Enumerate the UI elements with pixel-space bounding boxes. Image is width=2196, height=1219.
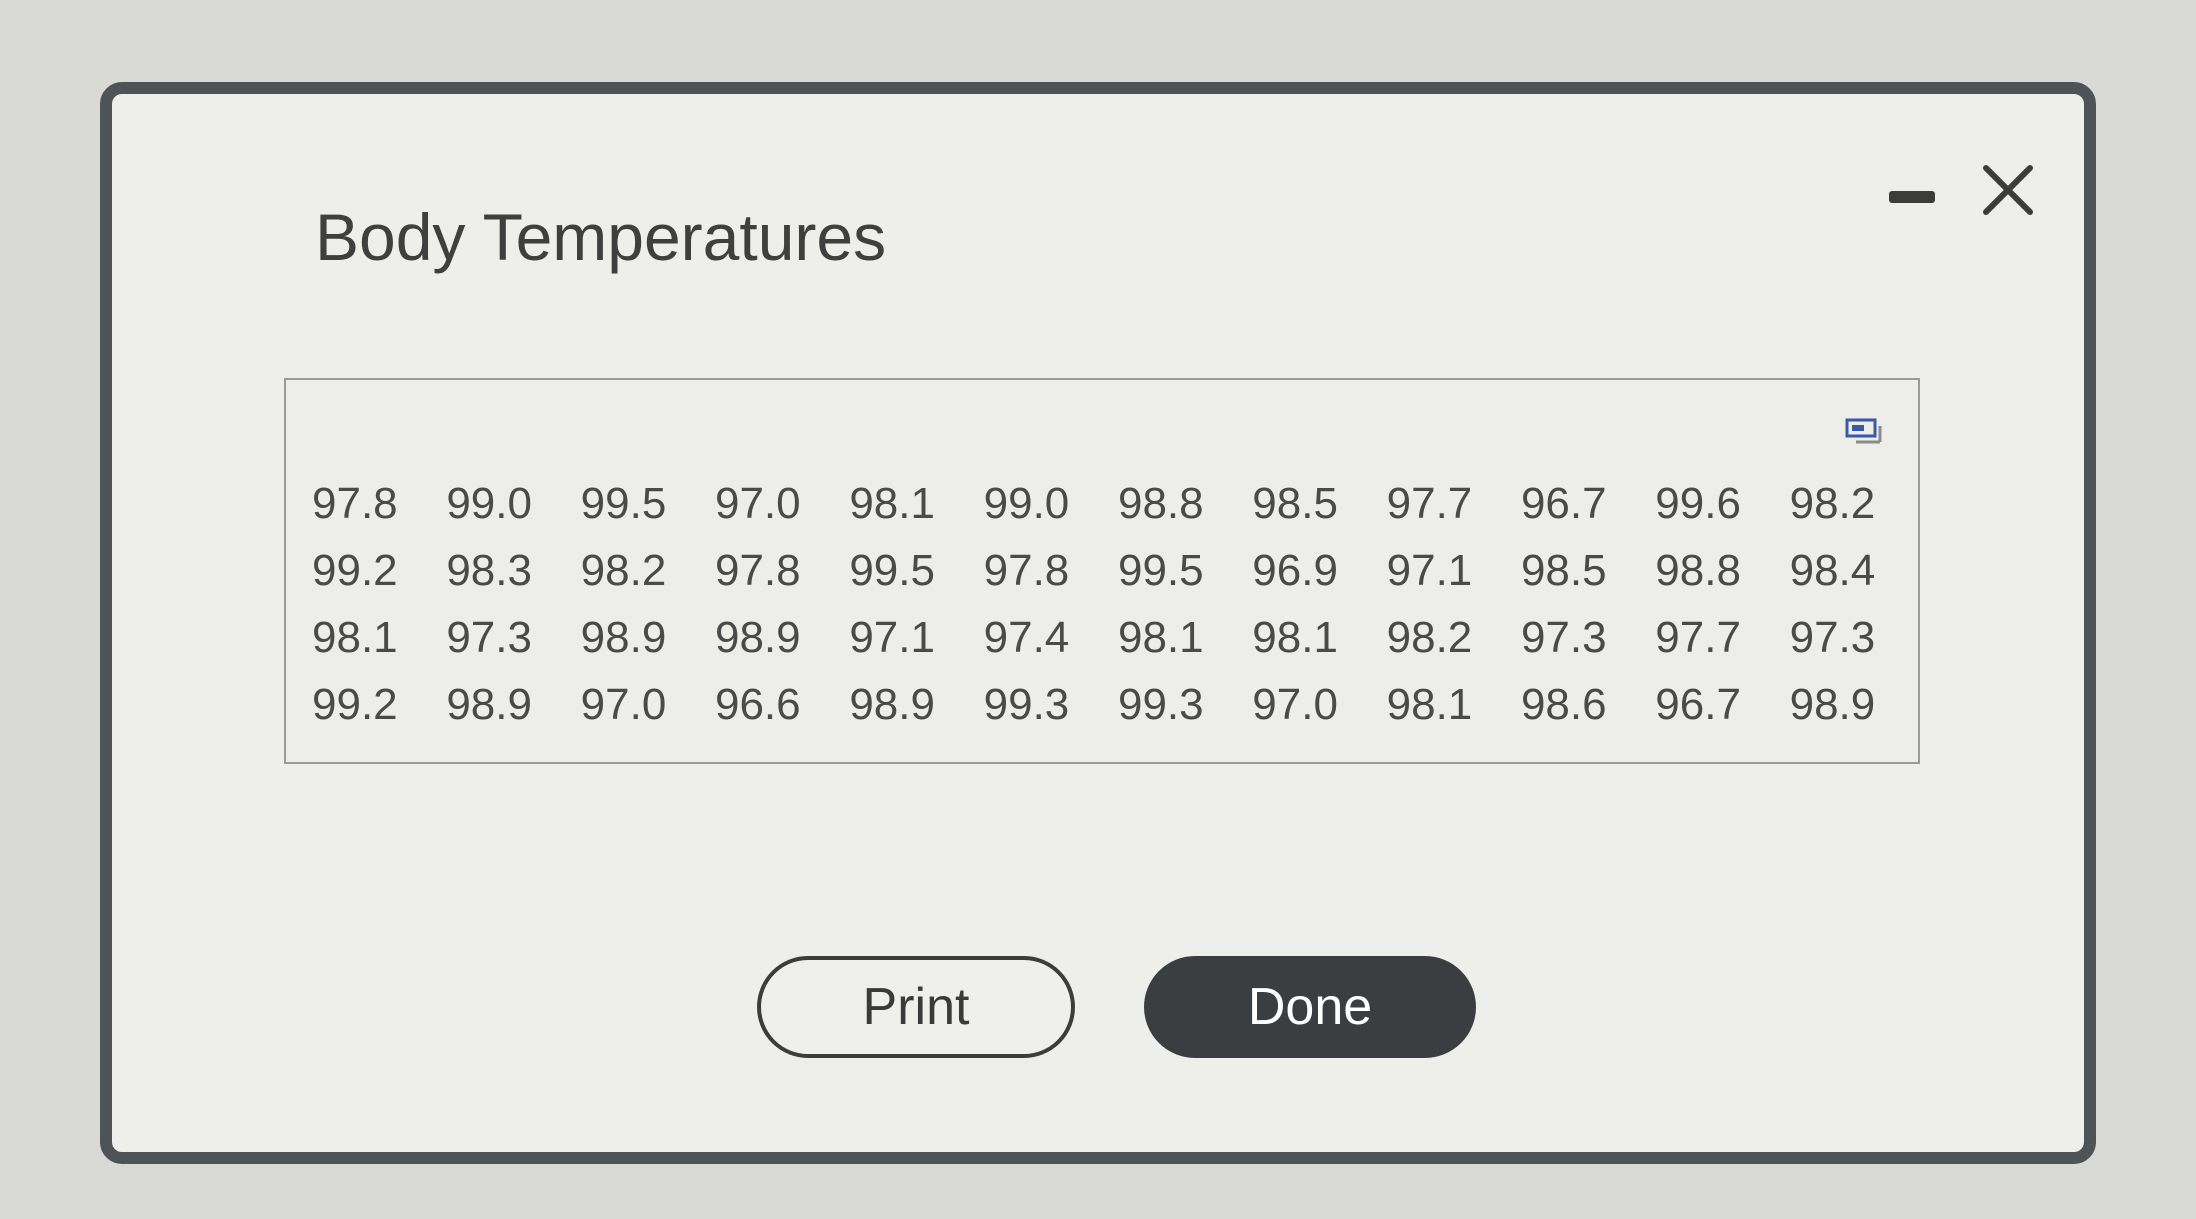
done-button[interactable]: Done: [1144, 956, 1476, 1058]
table-cell: 97.1: [1386, 545, 1473, 595]
dialog-title: Body Temperatures: [315, 200, 887, 274]
table-cell: 97.0: [714, 478, 801, 528]
table-cell: 98.5: [1520, 545, 1607, 595]
table-cell: 97.3: [1789, 612, 1876, 662]
table-cell: 98.2: [1386, 612, 1473, 662]
table-cell: 97.0: [1252, 679, 1338, 729]
table-cell: 97.8: [983, 545, 1070, 595]
minimize-icon: [1889, 191, 1935, 203]
table-cell: 96.7: [1655, 679, 1741, 729]
table-cell: 98.9: [849, 679, 935, 729]
table-cell: 98.1: [312, 612, 398, 662]
table-cell: 98.2: [1789, 478, 1876, 528]
table-cell: 98.9: [714, 612, 801, 662]
table-cell: 97.8: [312, 478, 398, 528]
table-cell: 98.6: [1520, 679, 1607, 729]
table-row: 98.1 97.3 98.9 98.9 97.1 97.4 98.1 98.1 98.2 97.3…: [306, 604, 1918, 671]
table-cell: 99.3: [983, 679, 1070, 729]
table-cell: 98.8: [1117, 478, 1204, 528]
table-cell: 98.9: [446, 679, 532, 729]
table-cell: 99.2: [312, 545, 398, 595]
table-cell: 99.6: [1655, 478, 1741, 528]
table-cell: 98.8: [1655, 545, 1741, 595]
minimize-button[interactable]: [1884, 169, 1940, 225]
print-button[interactable]: Print: [757, 956, 1075, 1058]
table-cell: 99.3: [1117, 679, 1204, 729]
table-cell: 98.9: [1789, 679, 1876, 729]
table-cell: 97.1: [849, 612, 935, 662]
body-temperatures-dialog: Body Temperatures 97.8 99.0 99.5 97.0 98.1 99…: [100, 82, 2096, 1164]
table-cell: 99.5: [849, 545, 935, 595]
close-button[interactable]: [1972, 154, 2044, 226]
table-cell: 97.4: [983, 612, 1070, 662]
table-cell: 97.0: [580, 679, 667, 729]
table-cell: 98.2: [580, 545, 667, 595]
close-icon: [1983, 165, 2033, 215]
table-cell: 98.1: [1117, 612, 1204, 662]
table-cell: 98.9: [580, 612, 667, 662]
table-cell: 98.1: [849, 478, 935, 528]
table-cell: 98.3: [446, 545, 532, 595]
table-row: 97.8 99.0 99.5 97.0 98.1 99.0 98.8 98.5 97.7 96.7…: [306, 470, 1918, 537]
table-cell: 99.5: [1117, 545, 1204, 595]
table-cell: 99.5: [580, 478, 667, 528]
table-cell: 98.1: [1386, 679, 1473, 729]
body-temperature-table: 97.8 99.0 99.5 97.0 98.1 99.0 98.8 98.5 97.7 96.7…: [306, 470, 1918, 738]
table-cell: 98.5: [1252, 478, 1338, 528]
table-cell: 98.4: [1789, 545, 1876, 595]
table-cell: 97.7: [1386, 478, 1473, 528]
table-cell: 99.2: [312, 679, 398, 729]
table-cell: 99.0: [983, 478, 1070, 528]
table-cell: 97.3: [446, 612, 532, 662]
expand-table-icon[interactable]: [1844, 416, 1884, 450]
table-cell: 96.6: [714, 679, 801, 729]
table-cell: 97.8: [714, 545, 801, 595]
table-row: 99.2 98.3 98.2 97.8 99.5 97.8 99.5 96.9 97.1 98.5…: [306, 537, 1918, 604]
table-row: 99.2 98.9 97.0 96.6 98.9 99.3 99.3 97.0 98.1 98.6…: [306, 671, 1918, 738]
table-cell: 96.9: [1252, 545, 1338, 595]
table-cell: 97.3: [1520, 612, 1607, 662]
table-cell: 98.1: [1252, 612, 1338, 662]
table-cell: 96.7: [1520, 478, 1607, 528]
table-cell: 97.7: [1655, 612, 1741, 662]
data-table-container: 97.8 99.0 99.5 97.0 98.1 99.0 98.8 98.5 97.7 96.7…: [284, 378, 1920, 764]
table-cell: 99.0: [446, 478, 532, 528]
